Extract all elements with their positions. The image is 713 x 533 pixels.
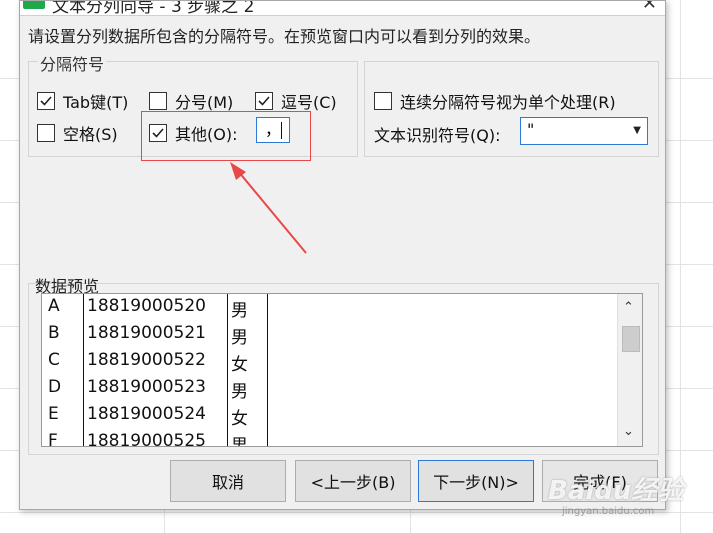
consecutive-checkbox[interactable]: 连续分隔符号视为单个处理(R): [374, 89, 616, 113]
data-preview[interactable]: A 18819000520 男 B 18819000521 男 C 188190…: [41, 293, 643, 447]
preview-cell: 男: [231, 382, 248, 402]
preview-cell: B: [48, 323, 60, 343]
preview-cell: 男: [231, 328, 248, 348]
text-qualifier-row: 文本识别符号(Q):: [374, 122, 500, 146]
preview-cell: F: [48, 431, 58, 447]
watermark-logo: Baidu经验: [548, 476, 684, 506]
baidu-watermark: Baidu经验 jingyan.baidu.com: [548, 470, 684, 517]
chevron-up-icon[interactable]: ⌃: [623, 300, 634, 315]
column-divider[interactable]: [83, 294, 84, 446]
preview-cell: C: [48, 350, 60, 370]
preview-cell: 18819000523: [87, 377, 206, 397]
consecutive-label: 连续分隔符号视为单个处理(R): [400, 93, 616, 112]
preview-cell: 女: [231, 409, 248, 429]
chevron-down-icon[interactable]: ⌄: [623, 424, 634, 439]
preview-cell: 女: [231, 355, 248, 375]
preview-cell: 18819000521: [87, 323, 206, 343]
column-divider[interactable]: [227, 294, 228, 446]
grid-line: [680, 0, 681, 533]
preview-cell: 18819000522: [87, 350, 206, 370]
text-qualifier-label: 文本识别符号(Q):: [374, 126, 501, 145]
text-to-columns-dialog: 文本分列向导 - 3 步骤之 2 ✕ 请设置分列数据所包含的分隔符号。在预览窗口…: [19, 0, 666, 510]
text-qualifier-select[interactable]: " ▼: [520, 117, 648, 145]
checkbox-box[interactable]: [374, 92, 392, 110]
preview-cell: 男: [231, 301, 248, 321]
text-qualifier-value: ": [527, 120, 535, 139]
preview-cell: 男: [231, 436, 248, 447]
back-button[interactable]: <上一步(B): [295, 460, 411, 502]
column-divider[interactable]: [267, 294, 268, 446]
preview-cell: A: [48, 296, 60, 316]
cancel-button[interactable]: 取消: [170, 460, 286, 502]
preview-cell: D: [48, 377, 62, 397]
scroll-thumb[interactable]: [622, 326, 640, 352]
watermark-url: jingyan.baidu.com: [562, 506, 655, 517]
preview-cell: 18819000525: [87, 431, 206, 447]
next-button[interactable]: 下一步(N)>: [418, 460, 534, 502]
preview-cell: E: [48, 404, 59, 424]
preview-cell: 18819000524: [87, 404, 206, 424]
preview-scrollbar[interactable]: ⌃ ⌄: [617, 294, 642, 446]
preview-cell: 18819000520: [87, 296, 206, 316]
dropdown-arrow-icon[interactable]: ▼: [633, 125, 641, 136]
